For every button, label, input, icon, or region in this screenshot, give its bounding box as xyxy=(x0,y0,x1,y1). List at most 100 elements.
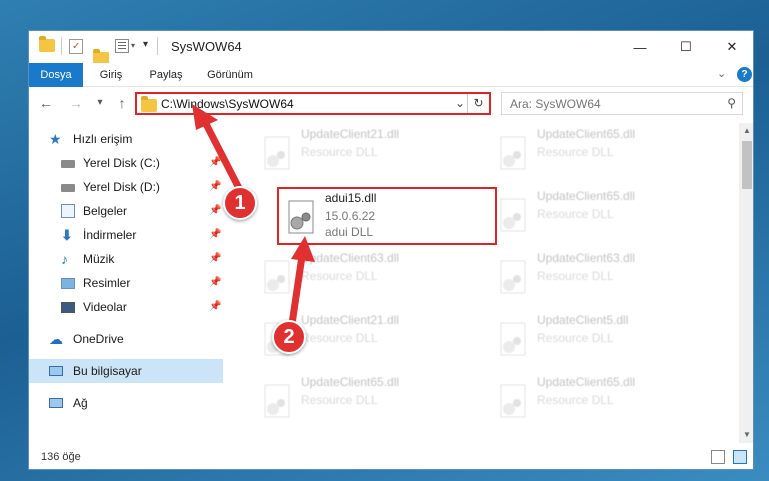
file-name: UpdateClient63.dll xyxy=(301,251,400,265)
pictures-icon xyxy=(61,278,75,289)
tab-home[interactable]: Giriş xyxy=(89,63,133,87)
up-button[interactable]: ↑ xyxy=(113,93,131,113)
file-tile[interactable]: UpdateClient63.dll Resource DLL xyxy=(465,249,685,307)
dll-file-icon xyxy=(495,259,531,299)
step-badge-2: 2 xyxy=(272,320,306,354)
sidebar-item-pictures[interactable]: Resimler 📌 xyxy=(29,271,223,295)
file-tile-adui15[interactable]: adui15.dll 15.0.6.22 adui DLL xyxy=(277,187,497,245)
sidebar-item-label: Bu bilgisayar xyxy=(73,364,142,378)
file-list: UpdateClient21.dll Resource DLL UpdateCl… xyxy=(225,123,739,439)
pin-icon: 📌 xyxy=(209,181,222,192)
file-tile[interactable]: UpdateClient65.dll Resource DLL xyxy=(465,187,685,245)
refresh-button[interactable]: ↻ xyxy=(467,94,489,113)
file-description: Resource DLL xyxy=(301,269,378,283)
drive-icon xyxy=(61,160,75,168)
sidebar-item-label: OneDrive xyxy=(73,332,124,346)
customize-toolbar-icon[interactable]: ▾ xyxy=(143,39,148,55)
sidebar-item-label: Ağ xyxy=(73,396,88,410)
chevron-down-icon[interactable]: ▾ xyxy=(131,41,135,57)
explorer-window: ✓ ▾ ▾ SysWOW64 — ☐ ✕ Dosya Giriş Paylaş … xyxy=(28,30,754,470)
address-path[interactable]: C:\Windows\SysWOW64 xyxy=(161,97,294,111)
search-input[interactable] xyxy=(502,93,702,114)
separator xyxy=(61,37,62,55)
file-description: Resource DLL xyxy=(537,331,614,345)
dll-file-icon xyxy=(259,135,295,175)
file-version: 15.0.6.22 xyxy=(325,209,376,223)
tab-share[interactable]: Paylaş xyxy=(141,63,191,87)
sidebar-item-local-disk-c[interactable]: Yerel Disk (C:) 📌 xyxy=(29,151,223,175)
file-tile[interactable]: UpdateClient5.dll Resource DLL xyxy=(465,311,685,369)
scroll-down-button[interactable]: ▼ xyxy=(739,427,753,443)
dll-file-icon xyxy=(495,383,531,423)
file-tile[interactable]: UpdateClient65.dll Resource DLL xyxy=(465,125,685,183)
file-description: Resource DLL xyxy=(537,207,614,221)
sidebar-item-quick-access[interactable]: ★ Hızlı erişim xyxy=(29,127,223,151)
status-bar: 136 öğe xyxy=(29,445,753,469)
back-button[interactable]: ← xyxy=(37,93,55,113)
sidebar-item-label: Hızlı erişim xyxy=(73,132,133,146)
sidebar-item-this-pc[interactable]: Bu bilgisayar xyxy=(29,359,223,383)
vertical-scrollbar[interactable]: ▲ ▼ xyxy=(739,123,753,443)
separator xyxy=(157,37,158,55)
step-badge-1: 1 xyxy=(223,186,257,220)
sidebar-item-onedrive[interactable]: ☁ OneDrive xyxy=(29,327,223,351)
computer-icon xyxy=(49,366,63,376)
navigation-bar: ← → ▾ ↑ C:\Windows\SysWOW64 ⌄ ↻ ⚲ xyxy=(29,87,753,119)
file-tile[interactable]: UpdateClient21.dll Resource DLL xyxy=(229,311,449,369)
sidebar-item-documents[interactable]: Belgeler 📌 xyxy=(29,199,223,223)
dll-file-icon xyxy=(495,197,531,237)
scroll-thumb[interactable] xyxy=(742,141,752,189)
minimize-button[interactable]: — xyxy=(617,31,663,63)
file-name: UpdateClient65.dll xyxy=(301,375,400,389)
download-icon: ⬇ xyxy=(61,227,73,243)
pin-icon: 📌 xyxy=(209,301,222,312)
properties-icon[interactable]: ✓ xyxy=(69,39,83,54)
sidebar-item-network[interactable]: Ağ xyxy=(29,391,223,415)
file-name: UpdateClient21.dll xyxy=(301,127,400,141)
sidebar-item-label: Müzik xyxy=(83,252,115,266)
ribbon-tabs: Dosya Giriş Paylaş Görünüm ⌄ ? xyxy=(29,63,753,87)
forward-button[interactable]: → xyxy=(67,93,85,113)
file-name: UpdateClient65.dll xyxy=(537,189,636,203)
sidebar-item-local-disk-d[interactable]: Yerel Disk (D:) 📌 xyxy=(29,175,223,199)
sidebar-item-downloads[interactable]: ⬇ İndirmeler 📌 xyxy=(29,223,223,247)
search-icon[interactable]: ⚲ xyxy=(727,96,736,110)
search-box[interactable]: ⚲ xyxy=(501,92,743,115)
file-description: Resource DLL xyxy=(537,269,614,283)
help-icon[interactable]: ? xyxy=(737,67,752,82)
address-bar[interactable]: C:\Windows\SysWOW64 ⌄ ↻ xyxy=(135,92,491,115)
pin-icon: 📌 xyxy=(209,253,222,264)
tab-file[interactable]: Dosya xyxy=(29,63,83,87)
dll-file-icon xyxy=(495,135,531,175)
file-tile[interactable]: UpdateClient65.dll Resource DLL xyxy=(465,373,685,431)
file-name: UpdateClient21.dll xyxy=(301,313,400,327)
tiles-view-button[interactable] xyxy=(733,450,747,464)
file-tile[interactable]: UpdateClient65.dll Resource DLL xyxy=(229,373,449,431)
navigation-pane: ★ Hızlı erişim Yerel Disk (C:) 📌 Yerel D… xyxy=(29,125,225,435)
chevron-down-icon[interactable]: ⌄ xyxy=(717,67,726,80)
file-name: UpdateClient65.dll xyxy=(537,375,636,389)
details-view-button[interactable] xyxy=(711,450,725,464)
pin-icon: 📌 xyxy=(209,229,222,240)
pin-icon: 📌 xyxy=(209,205,222,216)
chevron-down-icon[interactable]: ⌄ xyxy=(455,96,465,110)
videos-icon xyxy=(61,302,75,313)
pin-icon: 📌 xyxy=(209,157,222,168)
file-name: UpdateClient63.dll xyxy=(537,251,636,265)
folder-icon xyxy=(141,96,157,112)
recent-locations-button[interactable]: ▾ xyxy=(91,93,109,113)
cloud-icon: ☁ xyxy=(49,331,63,347)
scroll-up-button[interactable]: ▲ xyxy=(739,123,753,139)
file-name: UpdateClient65.dll xyxy=(537,127,636,141)
drive-icon xyxy=(61,184,75,192)
sidebar-item-music[interactable]: ♪ Müzik 📌 xyxy=(29,247,223,271)
sidebar-item-videos[interactable]: Videolar 📌 xyxy=(29,295,223,319)
view-icon[interactable] xyxy=(115,39,129,53)
file-tile[interactable]: UpdateClient63.dll Resource DLL xyxy=(229,249,449,307)
tab-view[interactable]: Görünüm xyxy=(199,63,261,87)
file-description: Resource DLL xyxy=(301,145,378,159)
close-button[interactable]: ✕ xyxy=(709,31,753,63)
file-tile[interactable]: UpdateClient21.dll Resource DLL xyxy=(229,125,449,183)
maximize-button[interactable]: ☐ xyxy=(663,31,709,63)
dll-file-icon xyxy=(259,259,295,299)
